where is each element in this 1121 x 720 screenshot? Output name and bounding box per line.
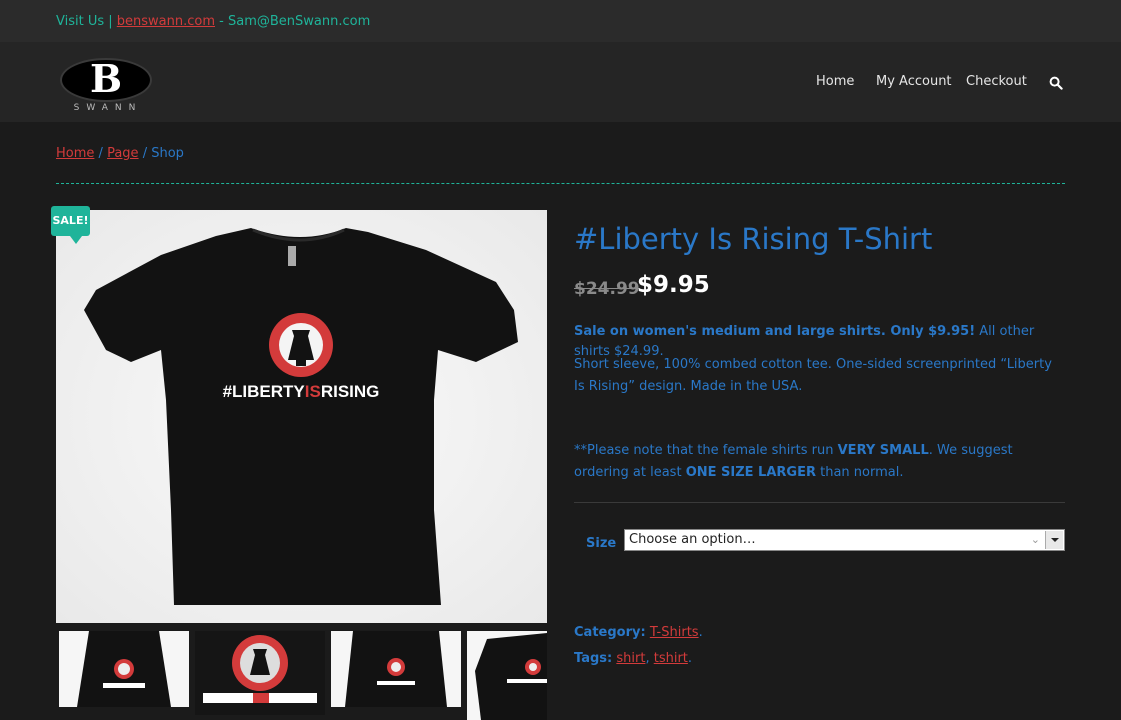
top-bar-contact: Visit Us | benswann.com - Sam@BenSwann.c…: [56, 14, 370, 29]
summary-divider: [574, 502, 1065, 503]
visit-us-label: Visit Us |: [56, 14, 113, 29]
size-note-text: than normal.: [820, 465, 904, 480]
sale-badge: SALE!: [51, 206, 90, 236]
size-label: Size: [586, 536, 617, 551]
shirt-print-text: #LIBERTYISRISING: [223, 382, 380, 401]
size-note-bold: ONE SIZE LARGER: [685, 465, 816, 480]
punctuation: .: [687, 651, 693, 666]
breadcrumb: Home / Page / Shop: [56, 146, 184, 161]
breadcrumb-separator: /: [142, 146, 148, 161]
product-thumbnail[interactable]: [195, 631, 325, 715]
tshirt-image: #LIBERTYISRISING: [56, 210, 547, 623]
site-logo[interactable]: B SWANN: [60, 56, 152, 116]
product-thumbnail[interactable]: [467, 631, 547, 720]
product-tags: Tags: shirt, tshirt.: [574, 651, 692, 666]
size-note-text: **Please note that the female shirts run: [574, 443, 834, 458]
logo-text: SWANN: [73, 103, 143, 113]
product-description: Short sleeve, 100% combed cotton tee. On…: [574, 357, 1052, 394]
product-category: Category: T-Shirts.: [574, 625, 703, 640]
category-label: Category:: [574, 625, 646, 640]
product-old-price: $24.99: [574, 279, 640, 299]
breadcrumb-current: Shop: [151, 146, 184, 161]
product-price: $9.95: [637, 272, 710, 298]
tag-link[interactable]: shirt: [616, 651, 645, 666]
product-title: #Liberty Is Rising T-Shirt: [574, 222, 933, 256]
product-thumbnail[interactable]: [331, 631, 461, 707]
top-bar: Visit Us | benswann.com - Sam@BenSwann.c…: [0, 0, 1121, 42]
breadcrumb-divider: [56, 183, 1065, 184]
breadcrumb-home[interactable]: Home: [56, 146, 94, 161]
select-arrow-icon[interactable]: [1045, 531, 1063, 549]
site-link[interactable]: benswann.com: [117, 14, 215, 29]
tags-label: Tags:: [574, 651, 613, 666]
product-thumbnail[interactable]: [59, 631, 189, 707]
size-select[interactable]: Choose an option… ⌄: [624, 529, 1065, 551]
size-select-value: Choose an option…: [629, 532, 756, 547]
tag-link[interactable]: tshirt: [654, 651, 688, 666]
product-main-image[interactable]: #LIBERTYISRISING: [56, 210, 547, 623]
size-note: **Please note that the female shirts run…: [574, 440, 1065, 484]
punctuation: ,: [645, 651, 650, 666]
contact-email[interactable]: - Sam@BenSwann.com: [219, 14, 370, 29]
logo-letter: B: [89, 56, 123, 101]
size-note-bold: VERY SMALL: [837, 443, 929, 458]
nav-home[interactable]: Home: [816, 74, 854, 89]
sale-note-bold: Sale on women's medium and large shirts.…: [574, 324, 976, 339]
sale-badge-tail: [70, 236, 82, 244]
nav-checkout[interactable]: Checkout: [966, 74, 1027, 89]
site-header: B SWANN Home My Account Checkout: [0, 42, 1121, 122]
category-link[interactable]: T-Shirts: [650, 625, 699, 640]
breadcrumb-page[interactable]: Page: [107, 146, 138, 161]
breadcrumb-separator: /: [98, 146, 103, 161]
nav-my-account[interactable]: My Account: [876, 74, 952, 89]
search-icon[interactable]: [1049, 76, 1063, 90]
chevron-down-icon: ⌄: [1030, 533, 1040, 546]
punctuation: .: [698, 625, 703, 640]
